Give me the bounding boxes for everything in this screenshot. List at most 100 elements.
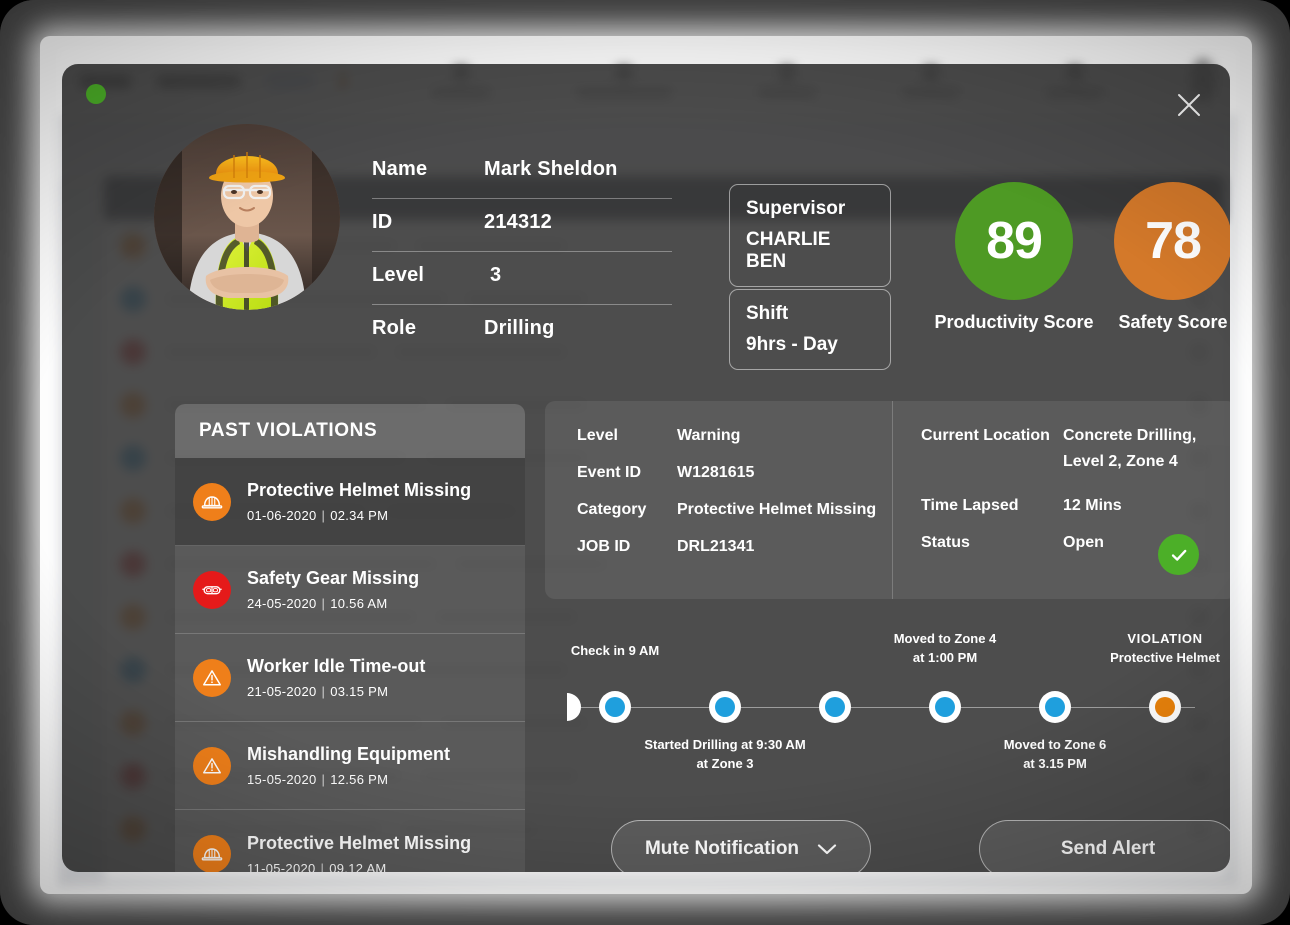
safety-score-circle: 78: [1114, 182, 1230, 300]
violation-title: Mishandling Equipment: [247, 744, 507, 765]
violation-separator: |: [317, 684, 331, 699]
supervisor-value: CHARLIE BEN: [746, 229, 874, 273]
helmet-icon: [193, 835, 231, 872]
timeline-node-checkin[interactable]: [599, 691, 631, 723]
violation-date: 21-05-2020: [247, 684, 317, 699]
detail-label: Category: [577, 501, 677, 519]
detail-label: Status: [921, 534, 1063, 552]
violation-time: 10.56 AM: [330, 596, 387, 611]
mute-notification-button[interactable]: Mute Notification: [611, 820, 871, 872]
violation-separator: |: [317, 508, 331, 523]
timeline-label-zone4: Moved to Zone 4 at 1:00 PM: [860, 630, 1030, 668]
safety-score-block: 78 Safety Score: [1089, 182, 1230, 333]
activity-timeline: Check in 9 AM Started Drilling at 9:30 A…: [545, 624, 1230, 794]
timeline-label-drilling: Started Drilling at 9:30 AM at Zone 3: [640, 736, 810, 774]
detail-row-category: Category Protective Helmet Missing: [577, 501, 892, 519]
send-alert-button[interactable]: Send Alert: [979, 820, 1230, 872]
info-value: Drilling: [484, 305, 555, 340]
info-label: Name: [372, 146, 484, 181]
detail-row-job-id: JOB ID DRL21341: [577, 538, 892, 556]
violation-date: 11-05-2020: [247, 861, 316, 873]
supervisor-card: Supervisor CHARLIE BEN: [729, 184, 891, 287]
violation-separator: |: [317, 772, 331, 787]
detail-label: Event ID: [577, 464, 677, 482]
warning-icon: [193, 659, 231, 697]
info-row-id: ID 214312: [372, 199, 672, 252]
event-detail-left: Level Warning Event ID W1281615 Category…: [545, 401, 893, 599]
info-value: Mark Sheldon: [484, 146, 618, 181]
mute-notification-label: Mute Notification: [645, 838, 799, 860]
detail-label: Current Location: [921, 427, 1063, 445]
detail-value: DRL21341: [677, 538, 754, 556]
goggles-icon: [193, 571, 231, 609]
timeline-node-zone4[interactable]: [929, 691, 961, 723]
violation-date: 01-06-2020: [247, 508, 317, 523]
info-label: ID: [372, 199, 484, 234]
timeline-label-violation: VIOLATION Protective Helmet: [1080, 630, 1230, 668]
violation-time: 03.15 PM: [330, 684, 388, 699]
detail-value: Warning: [677, 427, 740, 445]
info-value: 3: [484, 252, 501, 287]
violation-meta: 21-05-2020|03.15 PM: [247, 684, 507, 699]
violation-separator: |: [317, 596, 331, 611]
violation-list-item[interactable]: Protective Helmet Missing 01-06-2020|02.…: [175, 458, 525, 546]
violation-list-item[interactable]: Protective Helmet Missing 11-05-2020|09.…: [175, 810, 525, 872]
detail-row-location: Current Location Concrete Drilling,: [921, 427, 1230, 445]
violation-separator: |: [316, 861, 330, 873]
violation-list-item[interactable]: Mishandling Equipment 15-05-2020|12.56 P…: [175, 722, 525, 810]
violation-title: Worker Idle Time-out: [247, 656, 507, 677]
status-badge: Open: [1063, 534, 1104, 552]
timeline-node-3[interactable]: [819, 691, 851, 723]
shift-value: 9hrs - Day: [746, 334, 874, 356]
detail-label: Time Lapsed: [921, 497, 1063, 515]
info-label: Role: [372, 305, 484, 340]
violation-title: Protective Helmet Missing: [247, 480, 507, 501]
violation-date: 15-05-2020: [247, 772, 317, 787]
detail-value: 12 Mins: [1063, 497, 1122, 515]
info-row-role: Role Drilling: [372, 305, 672, 358]
worker-avatar: [154, 124, 340, 310]
timeline-node-zone6[interactable]: [1039, 691, 1071, 723]
info-value: 214312: [484, 199, 552, 234]
violation-time: 09.12 AM: [329, 861, 386, 873]
shift-label: Shift: [746, 303, 874, 325]
violation-meta: 11-05-2020|09.12 AM: [247, 861, 507, 873]
shift-card: Shift 9hrs - Day: [729, 289, 891, 370]
worker-detail-modal: Name Mark Sheldon ID 214312 Level 3 Role…: [62, 64, 1230, 872]
info-row-name: Name Mark Sheldon: [372, 146, 672, 199]
detail-label: Level: [577, 427, 677, 445]
past-violations-title: PAST VIOLATIONS: [175, 404, 525, 458]
helmet-icon: [193, 483, 231, 521]
warning-icon: [193, 747, 231, 785]
device-screen: Name Mark Sheldon ID 214312 Level 3 Role…: [0, 0, 1290, 925]
timeline-node-drilling[interactable]: [709, 691, 741, 723]
timeline-axis: [575, 707, 1195, 708]
violation-list-item[interactable]: Worker Idle Time-out 21-05-2020|03.15 PM: [175, 634, 525, 722]
violation-time: 12.56 PM: [330, 772, 388, 787]
productivity-score-circle: 89: [955, 182, 1073, 300]
timeline-label-zone6: Moved to Zone 6 at 3.15 PM: [970, 736, 1140, 774]
event-detail-card: Level Warning Event ID W1281615 Category…: [545, 401, 1230, 599]
device-frame: Name Mark Sheldon ID 214312 Level 3 Role…: [40, 36, 1252, 894]
worker-info-table: Name Mark Sheldon ID 214312 Level 3 Role…: [372, 146, 672, 358]
violation-date: 24-05-2020: [247, 596, 317, 611]
chevron-down-icon: [817, 843, 837, 856]
detail-row-level: Level Warning: [577, 427, 892, 445]
violation-meta: 01-06-2020|02.34 PM: [247, 508, 507, 523]
detail-value: W1281615: [677, 464, 754, 482]
timeline-node-violation[interactable]: [1149, 691, 1181, 723]
violation-title: Safety Gear Missing: [247, 568, 507, 589]
violation-meta: 24-05-2020|10.56 AM: [247, 596, 507, 611]
send-alert-label: Send Alert: [1061, 838, 1155, 860]
event-detail-right: Current Location Concrete Drilling, Leve…: [893, 401, 1230, 599]
detail-row-time-lapsed: Time Lapsed 12 Mins: [921, 497, 1230, 515]
check-icon[interactable]: [1158, 534, 1199, 575]
timeline-start-marker: [567, 693, 581, 721]
info-row-level: Level 3: [372, 252, 672, 305]
violation-title: Protective Helmet Missing: [247, 833, 507, 854]
violation-meta: 15-05-2020|12.56 PM: [247, 772, 507, 787]
worker-header: Name Mark Sheldon ID 214312 Level 3 Role…: [62, 64, 1230, 364]
past-violations-panel: PAST VIOLATIONS Protective Helmet Missin…: [175, 404, 525, 872]
violation-list-item[interactable]: Safety Gear Missing 24-05-2020|10.56 AM: [175, 546, 525, 634]
productivity-score-block: 89 Productivity Score: [928, 182, 1100, 333]
